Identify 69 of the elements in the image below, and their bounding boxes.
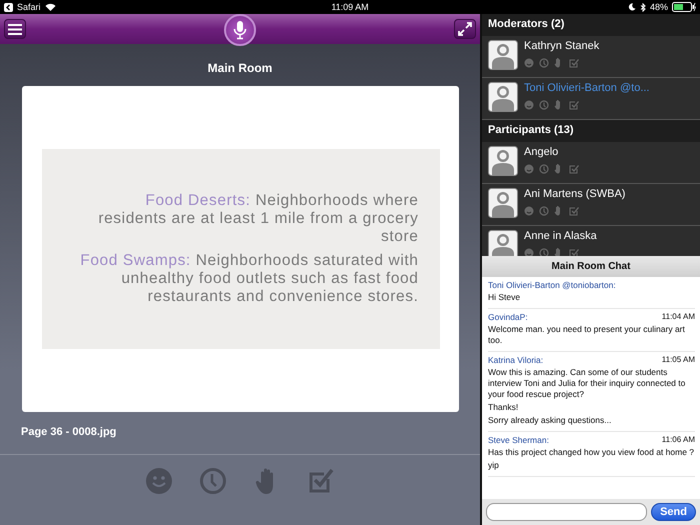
group-header: Moderators (2) xyxy=(482,14,700,36)
room-title: Main Room xyxy=(206,61,274,75)
message-text: Wow this is amazing. Can some of our students interview Toni and Julia for their inquiry connected to your food rescue project? xyxy=(488,367,686,400)
member-name: Toni Olivieri-Barton @to... xyxy=(524,82,650,94)
message-text: Hi Steve xyxy=(488,292,522,303)
emoticon-button[interactable] xyxy=(144,466,174,496)
moon-icon xyxy=(628,3,636,11)
message-sender: Katrina Viloria: xyxy=(488,355,544,365)
member-name: Angelo xyxy=(524,146,560,158)
chat-input-field[interactable] xyxy=(486,503,648,521)
message-time: 11:05 AM xyxy=(662,355,695,365)
page-label: Page 36 - 0008.jpg xyxy=(21,426,118,438)
slide-paragraph: Food Deserts: Neighborhoods where residents are at least 1 mile from a grocery store xyxy=(97,192,418,246)
clock-icon xyxy=(539,58,549,68)
back-icon[interactable] xyxy=(4,2,13,12)
fullscreen-icon xyxy=(458,22,472,36)
status-time: 11:09 AM xyxy=(331,2,369,12)
checkbox-icon xyxy=(308,467,334,495)
clock-icon xyxy=(539,164,549,174)
clock-icon xyxy=(539,248,549,256)
checkbox-icon xyxy=(569,58,579,68)
avatar-icon xyxy=(488,82,518,112)
member-row[interactable]: Kathryn Stanek xyxy=(482,36,700,78)
message-text: Has this project changed how you view food at home ? xyxy=(488,447,695,458)
battery-percent: 48% xyxy=(650,2,668,12)
fullscreen-button[interactable] xyxy=(454,19,476,39)
clock-icon xyxy=(199,467,227,495)
back-app-label[interactable]: Safari xyxy=(17,2,41,12)
message-time: 11:04 AM xyxy=(662,312,695,322)
clock-button[interactable] xyxy=(198,466,228,496)
slide-paragraph: Food Swamps: Neighborhoods saturated with unhealthy food outlets such as fast food restaurants and convenience stores. xyxy=(79,252,418,306)
member-name: Kathryn Stanek xyxy=(524,40,600,52)
member-row[interactable]: Ani Martens (SWBA) xyxy=(482,184,700,226)
emoticon-icon xyxy=(524,58,534,68)
message-text: Thanks! xyxy=(488,402,520,413)
checkbox-icon xyxy=(569,206,579,216)
microphone-button[interactable] xyxy=(224,14,256,46)
smiley-icon xyxy=(145,467,173,495)
checkbox-icon xyxy=(569,100,579,110)
message-sender: GovindaP: xyxy=(488,312,528,322)
avatar-icon xyxy=(488,40,518,70)
clock-icon xyxy=(539,206,549,216)
menu-button[interactable] xyxy=(4,19,26,39)
message-text: Sorry already asking questions... xyxy=(488,415,612,426)
message-time: 11:06 AM xyxy=(662,435,695,445)
checkbox-icon xyxy=(569,248,579,256)
emoticon-icon xyxy=(524,206,534,216)
avatar-icon xyxy=(488,230,518,256)
clock-icon xyxy=(539,100,549,110)
message-text: Welcome man. you need to present your culinary art too. xyxy=(488,324,686,346)
message-sender: Toni Olivieri-Barton @toniobarton: xyxy=(488,280,616,290)
bluetooth-icon xyxy=(640,2,646,12)
message-text: yip xyxy=(488,460,500,471)
menu-icon xyxy=(8,24,22,34)
member-name: Anne in Alaska xyxy=(524,230,597,242)
checkbox-icon xyxy=(569,164,579,174)
chat-title: Main Room Chat xyxy=(482,256,700,277)
avatar-icon xyxy=(488,146,518,176)
group-header: Participants (13) xyxy=(482,120,700,142)
emoticon-icon xyxy=(524,164,534,174)
member-name: Ani Martens (SWBA) xyxy=(524,188,626,200)
avatar-icon xyxy=(488,188,518,218)
emoticon-icon xyxy=(524,100,534,110)
send-button[interactable]: Send xyxy=(651,503,696,521)
message-sender: Steve Sherman: xyxy=(488,435,549,445)
member-row[interactable]: Angelo xyxy=(482,142,700,184)
microphone-icon xyxy=(233,20,247,40)
wifi-icon xyxy=(44,3,56,11)
battery-icon xyxy=(672,2,696,12)
